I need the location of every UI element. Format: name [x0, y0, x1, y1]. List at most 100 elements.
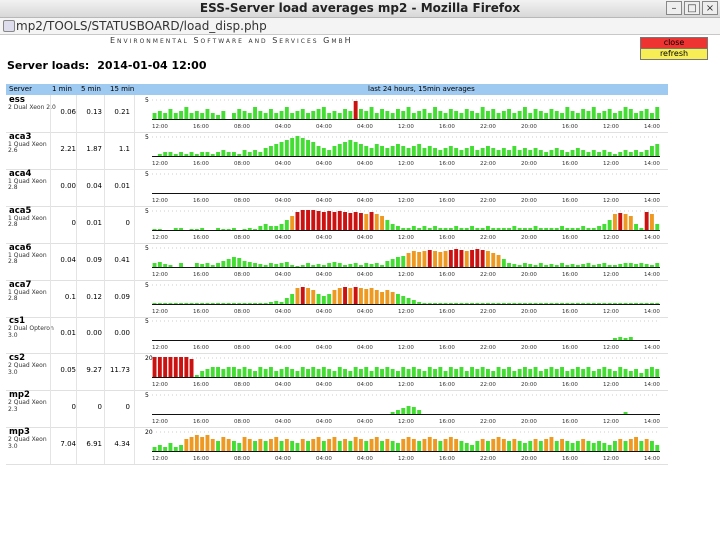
load-bar: [480, 439, 485, 452]
load-bar: [417, 441, 422, 452]
y-max-label: 5: [145, 171, 149, 178]
load-bar: [343, 286, 347, 304]
time-tick-label: 08:00: [234, 456, 250, 462]
time-tick-label: 14:00: [644, 309, 660, 315]
load-bar: [343, 211, 347, 230]
load-bar: [464, 250, 469, 267]
minimize-icon[interactable]: –: [666, 1, 682, 15]
load-bar: [438, 111, 443, 119]
server-desc: 1 Quad Xeon 2.8: [8, 288, 47, 302]
y-max-label: 5: [145, 282, 149, 289]
load-bar: [221, 228, 226, 230]
load-bar: [290, 369, 295, 378]
load-bar: [459, 441, 464, 452]
load-bar: [173, 302, 178, 304]
load-bar: [523, 227, 527, 230]
server-desc: 2 Quad Xeon 2.3: [8, 399, 47, 413]
load-bar: [348, 263, 353, 267]
load-bar: [433, 302, 437, 304]
load-bar: [607, 302, 612, 304]
load-bar: [306, 287, 310, 304]
load-bar: [655, 302, 660, 304]
load-bar: [575, 147, 580, 156]
column-divider: [50, 168, 51, 206]
load-bar: [533, 109, 538, 119]
load-bar: [644, 211, 649, 230]
load-bar: [401, 255, 406, 267]
load-bar: [152, 113, 157, 119]
load-bar: [491, 252, 496, 267]
maximize-icon[interactable]: □: [684, 1, 700, 15]
load-bar: [644, 439, 649, 452]
time-tick-label: 20:00: [521, 345, 537, 351]
load-bar: [533, 367, 538, 378]
time-tick-label: 16:00: [193, 419, 209, 425]
title-bar: ESS-Server load averages mp2 - Mozilla F…: [0, 0, 720, 18]
load-bar: [512, 302, 517, 304]
load-bar: [269, 225, 273, 230]
time-tick-label: 04:00: [275, 419, 291, 425]
load-bar: [406, 406, 411, 415]
load-bar: [247, 151, 252, 156]
load-bar: [491, 109, 496, 119]
load-bar: [591, 107, 596, 119]
load-bar: [189, 113, 194, 119]
time-tick-label: 16:00: [562, 345, 578, 351]
load-bar: [173, 357, 178, 378]
page-icon: [3, 20, 15, 32]
load-bar: [607, 369, 612, 378]
load-bar: [221, 149, 226, 156]
load-bar: [475, 149, 480, 156]
refresh-button[interactable]: refresh: [640, 48, 708, 60]
load-1min: 0.1: [64, 292, 76, 301]
load-bar: [581, 302, 586, 304]
load-bar: [263, 264, 268, 267]
load-bar: [364, 111, 369, 119]
load-bar: [607, 264, 612, 267]
load-bar: [380, 215, 384, 230]
load-bar: [628, 262, 633, 267]
load-bar: [396, 109, 400, 119]
load-1min: 0.00: [60, 181, 76, 190]
load-bar: [332, 437, 337, 452]
load-bar: [602, 149, 607, 156]
load-bar: [554, 441, 559, 452]
load-bar: [247, 113, 252, 119]
load-bar: [221, 302, 226, 304]
url-text[interactable]: mp2/TOOLS/STATUSBOARD/load_disp.php: [16, 19, 267, 33]
load-bar: [470, 367, 474, 378]
load-bar: [501, 111, 506, 119]
load-bar: [544, 302, 549, 304]
load-chart: 5 12:00 16:00 08:00 04:00 04:00 04:00 12:00 16:0…: [145, 392, 660, 425]
load-bar: [205, 435, 210, 452]
load-bar: [512, 439, 517, 452]
time-tick-label: 16:00: [562, 309, 578, 315]
load-bar: [353, 367, 358, 378]
load-bar: [179, 445, 183, 452]
load-bar: [385, 289, 390, 304]
load-bar: [480, 227, 485, 230]
load-bar: [422, 147, 427, 156]
load-bar: [623, 107, 628, 119]
load-bar: [157, 111, 162, 119]
load-bar: [517, 111, 522, 119]
column-divider: [134, 205, 135, 243]
load-5min: 0.13: [86, 108, 102, 116]
load-bar: [501, 258, 506, 267]
table-row: mp2 2 Quad Xeon 2.3 0 0 0 5 12:00 16:00 08:00 04:…: [6, 390, 668, 429]
load-bar: [369, 147, 374, 156]
url-bar[interactable]: mp2/TOOLS/STATUSBOARD/load_disp.php: [0, 18, 720, 35]
load-bar: [306, 369, 310, 378]
time-tick-label: 04:00: [316, 235, 332, 241]
close-window-icon[interactable]: ×: [702, 1, 718, 15]
load-bar: [396, 371, 400, 378]
load-bar: [284, 219, 289, 230]
load-bar: [411, 299, 416, 304]
load-bar: [374, 143, 379, 156]
load-bar: [411, 407, 416, 415]
time-tick-label: 20:00: [521, 235, 537, 241]
load-bar: [269, 439, 273, 452]
load-bar: [512, 113, 517, 119]
load-bar: [184, 302, 189, 304]
load-1min: 0.04: [60, 255, 76, 264]
